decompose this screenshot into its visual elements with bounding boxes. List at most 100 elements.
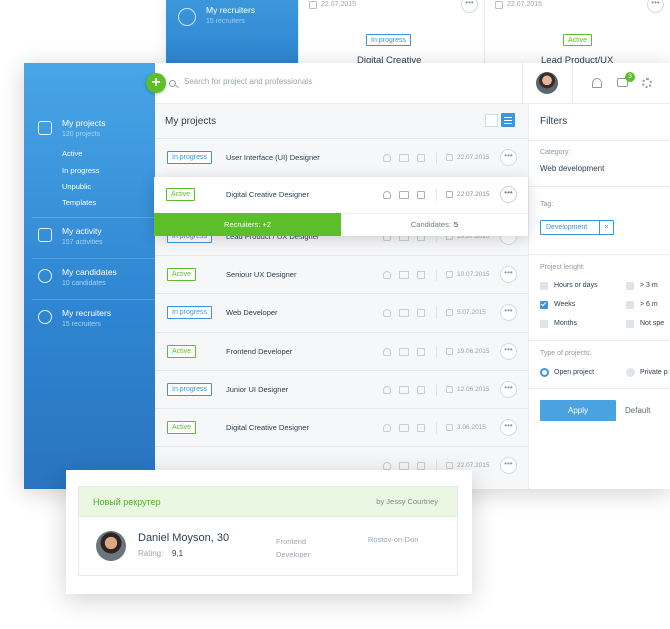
background-window: My recruiters 15 recruiters 22.07.2015 •… — [166, 0, 670, 66]
project-title[interactable]: User Interface (UI) Designer — [226, 153, 320, 162]
checklist-icon[interactable] — [417, 386, 425, 394]
grid-view-button[interactable] — [485, 114, 498, 127]
project-row[interactable]: In progress Junior UI Designer 12.06.2015 •… — [155, 370, 528, 408]
status-badge: Active — [166, 188, 196, 201]
project-title[interactable]: Digital Creative Designer — [226, 190, 309, 199]
radio-open-project[interactable] — [540, 368, 549, 377]
sidebar-divider — [32, 217, 155, 218]
project-title[interactable]: Web Developer — [226, 308, 278, 317]
checkbox-label: Weeks — [554, 301, 576, 308]
checkbox-hours[interactable] — [540, 282, 548, 290]
checkbox-weeks[interactable] — [540, 301, 548, 309]
checklist-icon[interactable] — [417, 191, 425, 199]
project-date: 22.07.2015 — [457, 191, 490, 198]
candidates-count: 5 — [453, 220, 459, 229]
bg-project-card[interactable]: 22.07.2015 ••• Active Lead Product/UX — [484, 0, 670, 66]
more-button[interactable]: ••• — [500, 343, 517, 360]
user-icon[interactable] — [383, 386, 391, 394]
user-icon[interactable] — [383, 191, 391, 199]
project-date: 22.07.2015 — [457, 462, 490, 469]
candidates-label: Candidates: — [410, 220, 451, 229]
message-icon[interactable] — [399, 309, 409, 317]
sidebar-subitem-unpublic[interactable]: Unpublic — [62, 182, 91, 191]
checkbox-6m[interactable] — [626, 301, 634, 309]
message-icon[interactable] — [399, 348, 409, 356]
search-input[interactable] — [184, 77, 484, 86]
topbar: 3 — [155, 63, 670, 104]
more-button[interactable]: ••• — [500, 381, 517, 398]
checklist-icon[interactable] — [417, 154, 425, 162]
candidate-name[interactable]: Daniel Moyson, 30 — [138, 532, 229, 544]
category-select[interactable]: Web development — [540, 164, 604, 173]
checklist-icon[interactable] — [417, 309, 425, 317]
status-badge: In progress — [167, 383, 213, 396]
more-button[interactable]: ••• — [500, 266, 517, 283]
more-button[interactable]: ••• — [500, 186, 517, 203]
checkbox-not-specified[interactable] — [626, 320, 634, 328]
apply-button[interactable]: Apply — [540, 400, 616, 421]
message-icon[interactable] — [399, 271, 409, 279]
more-button[interactable]: ••• — [647, 0, 664, 13]
checkbox-label: > 6 m — [640, 301, 658, 308]
user-icon[interactable] — [383, 309, 391, 317]
sidebar-item-sub: 157 activities — [62, 239, 103, 246]
project-row-expanded[interactable]: Active Digital Creative Designer 22.07.2… — [154, 177, 528, 236]
checklist-icon[interactable] — [417, 462, 425, 470]
checklist-icon[interactable] — [417, 424, 425, 432]
gear-icon[interactable] — [642, 78, 652, 88]
project-title[interactable]: Junior UI Designer — [226, 385, 288, 394]
message-icon[interactable] — [399, 191, 409, 199]
user-icon[interactable] — [383, 154, 391, 162]
candidates-tab[interactable]: Candidates: 5 — [341, 213, 528, 236]
project-row[interactable]: In progress User Interface (UI) Designer 2… — [155, 138, 528, 176]
bg-sidebar-label[interactable]: My recruiters — [206, 5, 255, 15]
sidebar-item-sub: 120 projects — [62, 131, 101, 138]
project-row[interactable]: Active Frontend Developer 19.06.2015 ••• — [155, 332, 528, 370]
project-length-label: Project lenght: — [540, 264, 585, 271]
checkbox-months[interactable] — [540, 320, 548, 328]
calendar-icon — [446, 309, 453, 316]
sidebar-subitem-in-progress[interactable]: In progress — [62, 166, 100, 175]
shield-icon — [178, 8, 196, 26]
user-icon[interactable] — [383, 348, 391, 356]
sidebar-subitem-active[interactable]: Active — [62, 149, 82, 158]
recruiters-tab[interactable]: Recruiters: +2 — [154, 213, 341, 236]
bell-icon[interactable] — [592, 78, 602, 88]
more-button[interactable]: ••• — [461, 0, 478, 13]
more-button[interactable]: ••• — [500, 304, 517, 321]
radio-private-project[interactable] — [626, 368, 635, 377]
message-icon[interactable] — [399, 154, 409, 162]
project-row[interactable]: Active Digital Creative Designer 3.06.2015… — [155, 408, 528, 446]
message-icon[interactable] — [399, 386, 409, 394]
user-icon[interactable] — [383, 424, 391, 432]
default-button[interactable]: Default — [625, 406, 650, 415]
sidebar-subitem-templates[interactable]: Templates — [62, 198, 96, 207]
avatar[interactable] — [536, 72, 558, 94]
list-view-button[interactable] — [501, 113, 515, 127]
avatar[interactable] — [96, 531, 126, 561]
more-button[interactable]: ••• — [500, 457, 517, 474]
message-icon[interactable] — [399, 424, 409, 432]
project-row[interactable]: In progress Web Developer 5.07.2015 ••• — [155, 293, 528, 331]
message-icon[interactable] — [399, 462, 409, 470]
project-title[interactable]: Frontend Developer — [226, 347, 292, 356]
user-icon[interactable] — [383, 271, 391, 279]
add-project-button[interactable]: + — [146, 73, 166, 93]
checklist-icon[interactable] — [417, 348, 425, 356]
project-type-label: Type of projects: — [540, 350, 592, 357]
more-button[interactable]: ••• — [500, 149, 517, 166]
close-icon[interactable]: × — [599, 221, 613, 234]
bg-project-card[interactable]: 22.07.2015 ••• In progress Digital Creat… — [298, 0, 484, 66]
project-title[interactable]: Digital Creative Designer — [226, 423, 309, 432]
sidebar-item-label: My projects — [62, 118, 106, 128]
project-row[interactable]: Active Seniour UX Designer 10.07.2015 ••• — [155, 255, 528, 293]
more-button[interactable]: ••• — [500, 419, 517, 436]
project-date: 5.07.2015 — [457, 309, 486, 316]
project-date: 3.06.2015 — [457, 424, 486, 431]
checklist-icon[interactable] — [417, 271, 425, 279]
tag-chip[interactable]: Development × — [540, 220, 614, 235]
checkbox-3m[interactable] — [626, 282, 634, 290]
new-recruiter-notification[interactable]: Новый рекрутер by Jessy Courtney Daniel … — [66, 470, 472, 594]
user-icon[interactable] — [383, 462, 391, 470]
project-title[interactable]: Seniour UX Designer — [226, 270, 296, 279]
